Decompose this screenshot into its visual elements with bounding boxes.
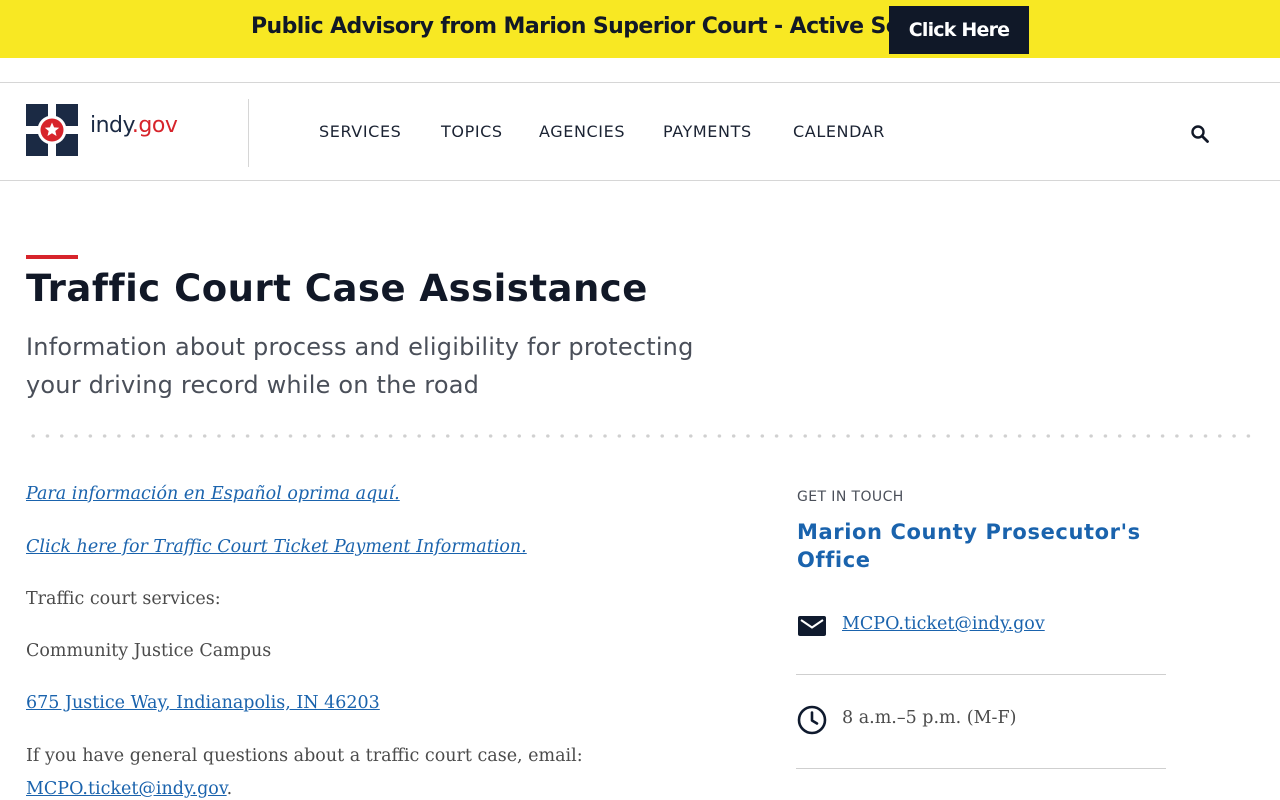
clock-icon <box>797 705 827 735</box>
advisory-banner: Public Advisory from Marion Superior Cou… <box>0 0 1280 58</box>
contact-email-link[interactable]: MCPO.ticket@indy.gov <box>842 614 1045 634</box>
nav-calendar[interactable]: CALENDAR <box>793 122 885 141</box>
header-divider <box>0 180 1280 181</box>
mail-icon <box>798 616 826 636</box>
logo-wordmark: indy.gov <box>90 113 178 138</box>
get-in-touch-label: GET IN TOUCH <box>797 489 904 505</box>
contact-hours: 8 a.m.–5 p.m. (M-F) <box>842 708 1017 728</box>
ticket-payment-link[interactable]: Click here for Traffic Court Ticket Paym… <box>26 537 527 557</box>
top-divider <box>0 82 1280 83</box>
contact-hours-row: 8 a.m.–5 p.m. (M-F) <box>796 700 1166 740</box>
page-title: Traffic Court Case Assistance <box>26 267 648 310</box>
nav-services[interactable]: SERVICES <box>319 122 401 141</box>
aside-divider <box>796 674 1166 675</box>
advisory-text: Public Advisory from Marion Superior Cou… <box>251 14 948 39</box>
logo-indy: indy <box>90 113 132 138</box>
nav-payments[interactable]: PAYMENTS <box>663 122 752 141</box>
title-accent-bar <box>26 255 78 259</box>
page-subtitle: Information about process and eligibilit… <box>26 333 694 399</box>
email-suffix: . <box>226 779 233 799</box>
services-label: Traffic court services: <box>26 589 221 609</box>
questions-email-link[interactable]: MCPO.ticket@indy.gov <box>26 779 227 799</box>
advisory-click-here-button[interactable]: Click Here <box>889 6 1029 54</box>
search-icon[interactable] <box>1188 122 1212 146</box>
contact-email-row: MCPO.ticket@indy.gov <box>796 606 1166 646</box>
nav-agencies[interactable]: AGENCIES <box>539 122 625 141</box>
address-link[interactable]: 675 Justice Way, Indianapolis, IN 46203 <box>26 693 380 713</box>
spanish-info-link[interactable]: Para información en Español oprima aquí. <box>26 484 400 504</box>
aside-divider-2 <box>796 768 1166 769</box>
logo-gov: gov <box>138 113 178 138</box>
campus-name: Community Justice Campus <box>26 641 272 661</box>
dotted-divider <box>26 434 1256 438</box>
prosecutor-office-link[interactable]: Marion County Prosecutor's Office <box>797 518 1157 574</box>
nav-topics[interactable]: TOPICS <box>441 122 503 141</box>
header-vertical-divider <box>248 99 249 167</box>
indy-logo-icon <box>26 104 78 156</box>
questions-text: If you have general questions about a tr… <box>26 746 583 766</box>
